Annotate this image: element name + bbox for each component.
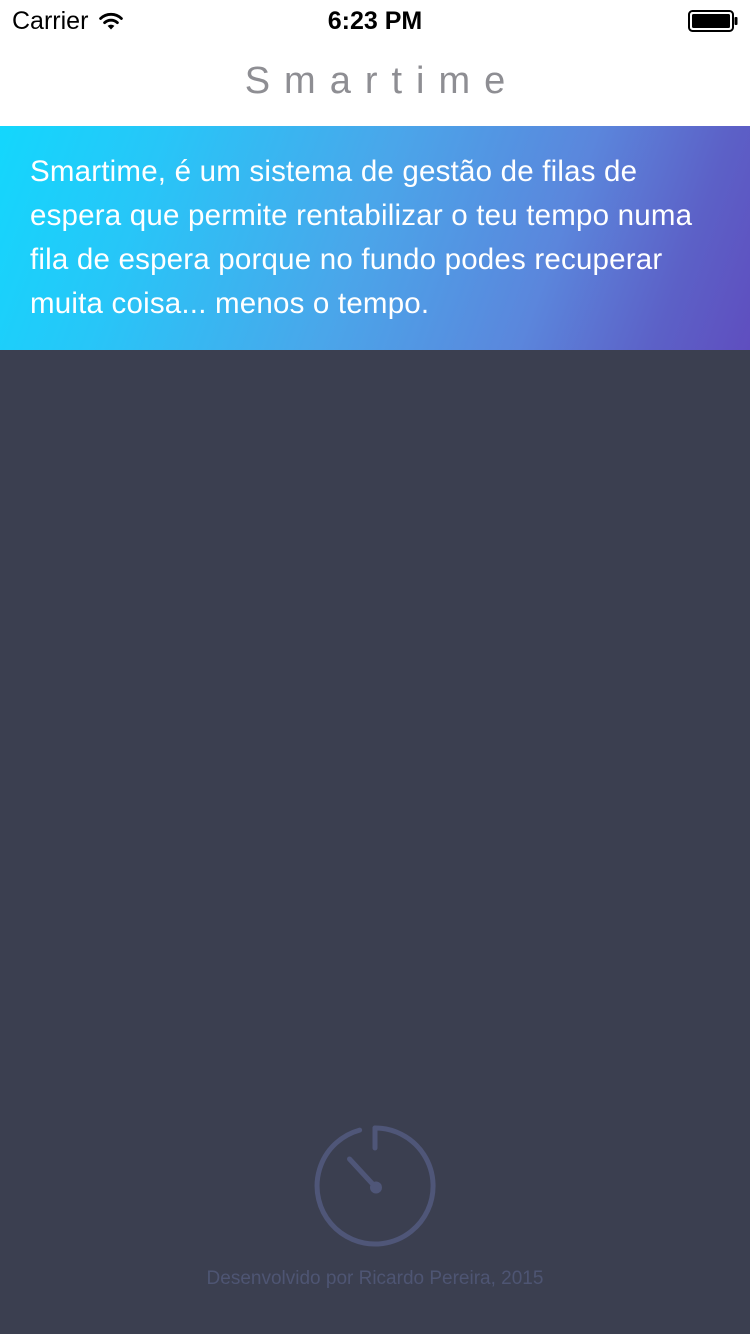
intro-banner: Smartime, é um sistema de gestão de fila… bbox=[0, 126, 750, 350]
app-screen: Carrier 6:23 PM Smartime Smartime, é um … bbox=[0, 0, 750, 1334]
app-title: Smartime bbox=[244, 60, 520, 102]
battery-icon bbox=[688, 10, 738, 32]
intro-description: Smartime, é um sistema de gestão de fila… bbox=[30, 155, 693, 320]
navigation-bar: Smartime bbox=[0, 40, 750, 126]
footer-credit: Desenvolvido por Ricardo Pereira, 2015 bbox=[206, 1268, 544, 1289]
stopwatch-icon bbox=[314, 1125, 436, 1247]
status-bar: Carrier 6:23 PM bbox=[0, 0, 750, 40]
status-time: 6:23 PM bbox=[327, 7, 423, 35]
